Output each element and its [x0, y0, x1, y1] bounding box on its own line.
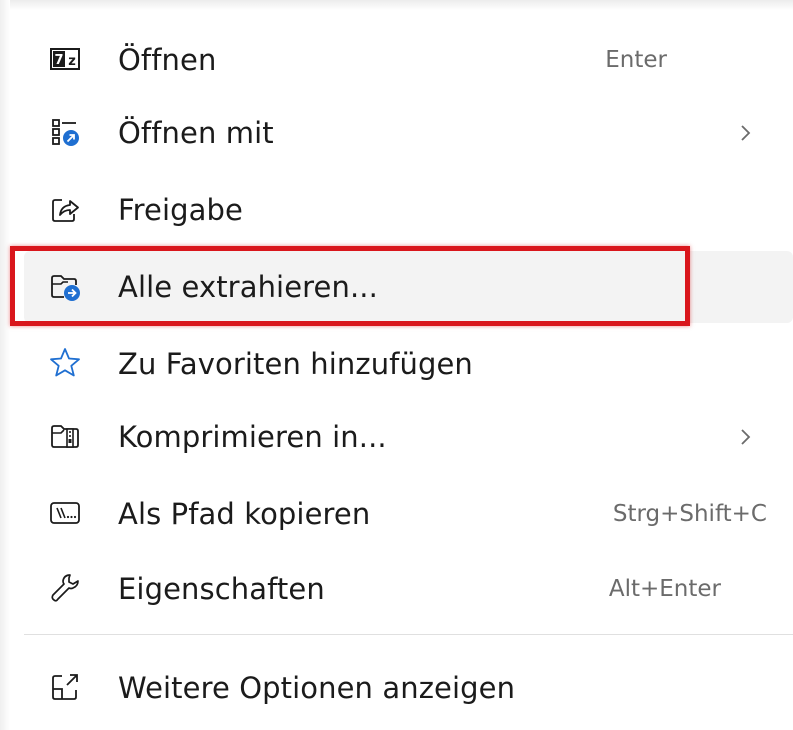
menu-item-oeffnen-mit[interactable]: Öffnen mit [24, 97, 793, 169]
menu-item-freigabe[interactable]: Freigabe [24, 174, 793, 246]
copy-path-icon [48, 496, 82, 530]
menu-item-label: Zu Favoriten hinzufügen [118, 347, 473, 381]
svg-text:z: z [68, 54, 76, 69]
svg-text:7: 7 [54, 53, 63, 68]
open-with-icon [48, 115, 82, 149]
menu-item-eigenschaften[interactable]: Eigenschaften Alt+Enter [24, 553, 793, 625]
menu-item-oeffnen[interactable]: 7 z Öffnen Enter [24, 24, 793, 96]
menu-item-weitere-optionen[interactable]: Weitere Optionen anzeigen [24, 652, 793, 724]
menu-item-label: Als Pfad kopieren [118, 497, 371, 531]
menu-item-label: Eigenschaften [118, 572, 325, 606]
context-menu: 7 z Öffnen Enter Öffnen mit Freigabe All… [0, 0, 793, 730]
menu-item-label: Weitere Optionen anzeigen [118, 671, 516, 705]
menu-item-zu-favoriten[interactable]: Zu Favoriten hinzufügen [24, 328, 793, 400]
wrench-icon [48, 571, 82, 605]
more-options-icon [48, 670, 82, 704]
menu-item-label: Öffnen mit [118, 116, 274, 150]
menu-item-label: Öffnen [118, 43, 217, 77]
highlight-annotation [10, 246, 690, 326]
menu-item-shortcut: Enter [605, 47, 667, 73]
zip-folder-icon [48, 419, 82, 453]
menu-shadow [0, 0, 793, 10]
chevron-right-icon [735, 123, 755, 143]
star-icon [48, 346, 82, 380]
menu-item-label: Komprimieren in... [118, 420, 387, 454]
menu-shadow [0, 0, 10, 730]
chevron-right-icon [735, 427, 755, 447]
menu-item-label: Freigabe [118, 193, 243, 227]
menu-item-shortcut: Strg+Shift+C [612, 501, 767, 527]
share-icon [48, 192, 82, 226]
7zip-icon: 7 z [48, 42, 82, 76]
menu-item-komprimieren[interactable]: Komprimieren in... [24, 401, 793, 473]
menu-item-als-pfad-kopieren[interactable]: Als Pfad kopieren Strg+Shift+C [24, 478, 793, 550]
menu-item-shortcut: Alt+Enter [608, 576, 721, 602]
menu-divider [24, 634, 793, 635]
